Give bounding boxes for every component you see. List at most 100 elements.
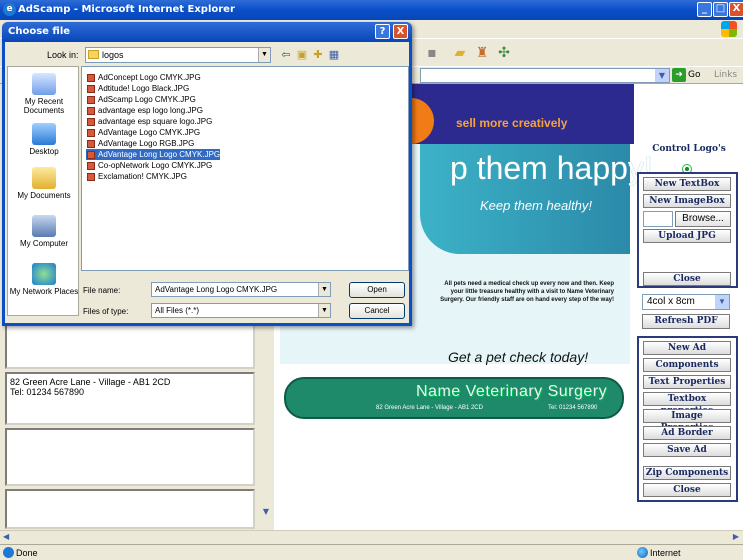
file-name-label: File name:	[83, 286, 121, 295]
textbox-properties-button[interactable]: Textbox properties	[643, 392, 731, 416]
recent-documents-icon	[32, 73, 56, 95]
ad-border-button[interactable]: Ad Border	[643, 426, 731, 440]
cancel-button[interactable]: Cancel	[349, 303, 405, 319]
file-name: AdVantage Logo CMYK.JPG	[98, 128, 201, 137]
text-box-4[interactable]	[5, 489, 255, 529]
file-type-value: All Files (*.*)	[155, 306, 200, 315]
size-dropdown-icon[interactable]: ▼	[715, 295, 729, 309]
file-item-selected[interactable]: AdVantage Long Logo CMYK.JPG	[86, 149, 221, 160]
components-button[interactable]: Components	[643, 358, 731, 372]
ad-business-name[interactable]: Name Veterinary Surgery	[416, 383, 607, 401]
separator-icon: ▪	[427, 45, 437, 61]
text-properties-button[interactable]: Text Properties	[643, 375, 731, 389]
view-menu-icon[interactable]: ▦	[327, 48, 341, 62]
file-type-select[interactable]: All Files (*.*) ▼	[151, 303, 331, 318]
open-button[interactable]: Open	[349, 282, 405, 298]
file-item[interactable]: AdVantage Logo RGB.JPG	[86, 138, 194, 149]
close-controls-button[interactable]: Close	[643, 272, 731, 286]
new-ad-button[interactable]: New Ad	[643, 341, 731, 355]
file-item[interactable]: AdConcept Logo CMYK.JPG	[86, 72, 201, 83]
ad-call-to-action[interactable]: Get a pet check today!	[448, 349, 588, 365]
choose-file-dialog: Choose file ? X Look in: logos ▼ ⇦ ▣ ✚ ▦…	[2, 22, 412, 326]
minimize-button[interactable]: _	[697, 2, 712, 17]
file-item[interactable]: advantage esp logo long.JPG	[86, 105, 203, 116]
file-name-input[interactable]: AdVantage Long Logo CMYK.JPG ▼	[151, 282, 331, 297]
file-name-dropdown-icon[interactable]: ▼	[318, 283, 330, 296]
new-textbox-button[interactable]: New TextBox	[643, 177, 731, 191]
maximize-button[interactable]: □	[713, 2, 728, 17]
back-icon[interactable]: ⇦	[279, 48, 293, 62]
folder-icon[interactable]: ▰	[452, 45, 468, 61]
file-item[interactable]: Co-opNetwork Logo CMYK.JPG	[86, 160, 212, 171]
place-recent[interactable]: My Recent Documents	[8, 73, 80, 115]
jpg-file-icon	[87, 140, 95, 148]
place-desktop[interactable]: Desktop	[8, 123, 80, 156]
file-name: advantage esp square logo.JPG	[98, 117, 213, 126]
close-window-button[interactable]: X	[729, 2, 743, 17]
file-item[interactable]: AdVantage Logo CMYK.JPG	[86, 127, 200, 138]
image-properties-button[interactable]: Image Properties	[643, 409, 731, 433]
address-input[interactable]: ▼	[420, 68, 670, 83]
jpg-file-icon	[87, 129, 95, 137]
place-my-computer[interactable]: My Computer	[8, 215, 80, 248]
textbox-address: 82 Green Acre Lane - Village - AB1 2CD	[10, 377, 171, 387]
jpg-file-icon	[87, 151, 95, 159]
go-label: Go	[688, 70, 701, 80]
upload-file-input[interactable]	[643, 211, 673, 227]
jpg-file-icon	[87, 85, 95, 93]
ad-address[interactable]: 82 Green Acre Lane - Village - AB1 2CD	[376, 405, 483, 411]
scroll-right-icon[interactable]: ▶	[733, 532, 739, 541]
address-dropdown-icon[interactable]: ▼	[655, 69, 669, 82]
save-ad-button[interactable]: Save Ad	[643, 443, 731, 457]
page-status-icon	[3, 547, 14, 558]
new-imagebox-button[interactable]: New ImageBox	[643, 194, 731, 208]
refresh-pdf-button[interactable]: Refresh PDF	[642, 314, 730, 329]
file-item[interactable]: AdScamp Logo CMYK.JPG	[86, 94, 196, 105]
scroll-down-icon[interactable]: ▼	[260, 506, 272, 518]
up-folder-icon[interactable]: ▣	[295, 48, 309, 62]
look-in-label: Look in:	[47, 50, 79, 60]
place-network[interactable]: My Network Places	[8, 263, 80, 296]
my-computer-icon	[32, 215, 56, 237]
file-item[interactable]: Exclamation! CMYK.JPG	[86, 171, 187, 182]
folder-icon	[88, 50, 99, 59]
history-icon[interactable]: ✣	[496, 45, 512, 61]
network-places-icon	[32, 263, 56, 285]
file-type-dropdown-icon[interactable]: ▼	[318, 304, 330, 317]
windows-logo-icon	[721, 21, 737, 37]
ad-telephone[interactable]: Tel: 01234 567890	[548, 405, 597, 411]
zip-components-button[interactable]: Zip Components	[643, 466, 731, 480]
help-button[interactable]: ?	[375, 24, 390, 39]
file-item[interactable]: advantage esp square logo.JPG	[86, 116, 212, 127]
dialog-close-button[interactable]: X	[393, 24, 408, 39]
go-button[interactable]: ➜ Go	[672, 68, 710, 83]
text-box-3[interactable]	[5, 428, 255, 486]
dialog-title: Choose file	[8, 26, 71, 37]
file-name: Co-opNetwork Logo CMYK.JPG	[98, 161, 213, 170]
links-label[interactable]: Links	[714, 70, 737, 80]
ad-footer: Name Veterinary Surgery 82 Green Acre La…	[284, 377, 624, 419]
places-bar: My Recent Documents Desktop My Documents…	[7, 66, 79, 316]
look-in-value: logos	[102, 50, 124, 60]
new-folder-icon[interactable]: ✚	[311, 48, 325, 62]
jpg-file-icon	[87, 162, 95, 170]
horizontal-scrollbar[interactable]: ◀ ▶	[0, 530, 743, 544]
text-box-2[interactable]: 82 Green Acre Lane - Village - AB1 2CD T…	[5, 372, 255, 425]
jpg-file-icon	[87, 74, 95, 82]
control-title: Control Logo's	[652, 144, 726, 154]
look-in-select[interactable]: logos ▼	[85, 47, 271, 63]
look-in-dropdown-icon[interactable]: ▼	[258, 48, 270, 62]
file-name: AdVantage Long Logo CMYK.JPG	[98, 150, 221, 159]
upload-jpg-button[interactable]: Upload JPG	[643, 229, 731, 243]
scroll-left-icon[interactable]: ◀	[3, 532, 9, 541]
browse-button[interactable]: Browse...	[675, 211, 731, 227]
ad-headline[interactable]: p them happy!	[450, 150, 653, 187]
place-my-documents[interactable]: My Documents	[8, 167, 80, 200]
media-icon[interactable]: ♜	[474, 45, 490, 61]
ad-subheadline[interactable]: Keep them healthy!	[480, 198, 592, 213]
ad-body-text[interactable]: All pets need a medical check up every n…	[432, 280, 614, 304]
jpg-file-icon	[87, 118, 95, 126]
ad-size-select[interactable]: 4col x 8cm ▼	[642, 294, 730, 310]
close-menu-button[interactable]: Close	[643, 483, 731, 497]
file-item[interactable]: Adtitude! Logo Black.JPG	[86, 83, 189, 94]
